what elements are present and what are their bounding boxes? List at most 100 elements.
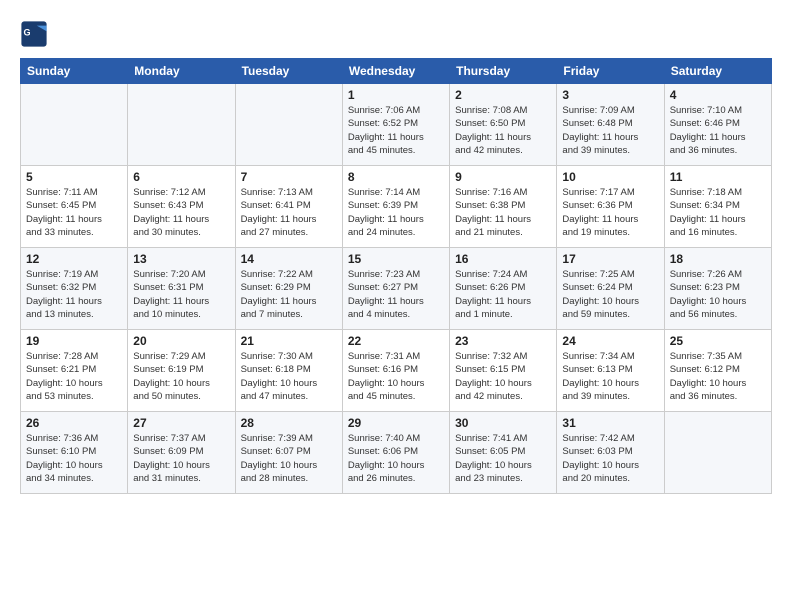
calendar-cell: 28 Sunrise: 7:39 AM Sunset: 6:07 PM Dayli…: [235, 412, 342, 494]
day-number: 29: [348, 416, 444, 430]
day-number: 1: [348, 88, 444, 102]
day-number: 17: [562, 252, 658, 266]
day-number: 16: [455, 252, 551, 266]
calendar-cell: 17 Sunrise: 7:25 AM Sunset: 6:24 PM Dayli…: [557, 248, 664, 330]
calendar-cell: 25Sunrise: 7:35 AM Sunset: 6:12 PM Dayli…: [664, 330, 771, 412]
calendar-cell: 1Sunrise: 7:06 AM Sunset: 6:52 PM Daylig…: [342, 84, 449, 166]
calendar-cell: 29 Sunrise: 7:40 AM Sunset: 6:06 PM Dayli…: [342, 412, 449, 494]
page: G SundayMondayTuesdayWednesdayThursdayFr…: [0, 0, 792, 612]
calendar-cell: 11 Sunrise: 7:18 AM Sunset: 6:34 PM Dayli…: [664, 166, 771, 248]
calendar-week-row: 1Sunrise: 7:06 AM Sunset: 6:52 PM Daylig…: [21, 84, 772, 166]
calendar-cell: [235, 84, 342, 166]
svg-text:G: G: [24, 27, 31, 37]
day-info: Sunrise: 7:17 AM Sunset: 6:36 PM Dayligh…: [562, 186, 658, 239]
day-number: 13: [133, 252, 229, 266]
calendar-table: SundayMondayTuesdayWednesdayThursdayFrid…: [20, 58, 772, 494]
calendar-cell: [21, 84, 128, 166]
calendar-cell: 8 Sunrise: 7:14 AM Sunset: 6:39 PM Daylig…: [342, 166, 449, 248]
day-info: Sunrise: 7:25 AM Sunset: 6:24 PM Dayligh…: [562, 268, 658, 321]
day-info: Sunrise: 7:19 AM Sunset: 6:32 PM Dayligh…: [26, 268, 122, 321]
day-number: 8: [348, 170, 444, 184]
day-number: 24: [562, 334, 658, 348]
calendar-cell: 18 Sunrise: 7:26 AM Sunset: 6:23 PM Dayli…: [664, 248, 771, 330]
calendar-header-row: SundayMondayTuesdayWednesdayThursdayFrid…: [21, 59, 772, 84]
calendar-week-row: 26 Sunrise: 7:36 AM Sunset: 6:10 PM Dayli…: [21, 412, 772, 494]
calendar-cell: 26 Sunrise: 7:36 AM Sunset: 6:10 PM Dayli…: [21, 412, 128, 494]
day-info: Sunrise: 7:18 AM Sunset: 6:34 PM Dayligh…: [670, 186, 766, 239]
day-number: 19: [26, 334, 122, 348]
day-info: Sunrise: 7:28 AM Sunset: 6:21 PM Dayligh…: [26, 350, 122, 403]
calendar-week-row: 19 Sunrise: 7:28 AM Sunset: 6:21 PM Dayli…: [21, 330, 772, 412]
day-info: Sunrise: 7:09 AM Sunset: 6:48 PM Dayligh…: [562, 104, 658, 157]
calendar-cell: 6Sunrise: 7:12 AM Sunset: 6:43 PM Daylig…: [128, 166, 235, 248]
day-number: 4: [670, 88, 766, 102]
col-header-sunday: Sunday: [21, 59, 128, 84]
day-info: Sunrise: 7:36 AM Sunset: 6:10 PM Dayligh…: [26, 432, 122, 485]
calendar-week-row: 5 Sunrise: 7:11 AM Sunset: 6:45 PM Daylig…: [21, 166, 772, 248]
day-number: 7: [241, 170, 337, 184]
calendar-cell: 23 Sunrise: 7:32 AM Sunset: 6:15 PM Dayli…: [450, 330, 557, 412]
day-number: 20: [133, 334, 229, 348]
calendar-cell: 30 Sunrise: 7:41 AM Sunset: 6:05 PM Dayli…: [450, 412, 557, 494]
day-info: Sunrise: 7:13 AM Sunset: 6:41 PM Dayligh…: [241, 186, 337, 239]
calendar-cell: 31Sunrise: 7:42 AM Sunset: 6:03 PM Dayli…: [557, 412, 664, 494]
calendar-cell: [664, 412, 771, 494]
calendar-cell: 5 Sunrise: 7:11 AM Sunset: 6:45 PM Daylig…: [21, 166, 128, 248]
day-info: Sunrise: 7:11 AM Sunset: 6:45 PM Dayligh…: [26, 186, 122, 239]
logo-icon: G: [20, 20, 48, 48]
day-info: Sunrise: 7:40 AM Sunset: 6:06 PM Dayligh…: [348, 432, 444, 485]
calendar-cell: 22Sunrise: 7:31 AM Sunset: 6:16 PM Dayli…: [342, 330, 449, 412]
day-number: 10: [562, 170, 658, 184]
day-number: 9: [455, 170, 551, 184]
calendar-cell: 19 Sunrise: 7:28 AM Sunset: 6:21 PM Dayli…: [21, 330, 128, 412]
calendar-cell: 16 Sunrise: 7:24 AM Sunset: 6:26 PM Dayli…: [450, 248, 557, 330]
day-number: 23: [455, 334, 551, 348]
day-info: Sunrise: 7:37 AM Sunset: 6:09 PM Dayligh…: [133, 432, 229, 485]
calendar-cell: 20Sunrise: 7:29 AM Sunset: 6:19 PM Dayli…: [128, 330, 235, 412]
day-number: 28: [241, 416, 337, 430]
day-info: Sunrise: 7:34 AM Sunset: 6:13 PM Dayligh…: [562, 350, 658, 403]
day-info: Sunrise: 7:39 AM Sunset: 6:07 PM Dayligh…: [241, 432, 337, 485]
day-number: 30: [455, 416, 551, 430]
day-number: 2: [455, 88, 551, 102]
day-number: 6: [133, 170, 229, 184]
day-info: Sunrise: 7:08 AM Sunset: 6:50 PM Dayligh…: [455, 104, 551, 157]
day-number: 25: [670, 334, 766, 348]
col-header-friday: Friday: [557, 59, 664, 84]
calendar-cell: 4Sunrise: 7:10 AM Sunset: 6:46 PM Daylig…: [664, 84, 771, 166]
day-number: 18: [670, 252, 766, 266]
day-info: Sunrise: 7:31 AM Sunset: 6:16 PM Dayligh…: [348, 350, 444, 403]
day-info: Sunrise: 7:26 AM Sunset: 6:23 PM Dayligh…: [670, 268, 766, 321]
day-info: Sunrise: 7:14 AM Sunset: 6:39 PM Dayligh…: [348, 186, 444, 239]
day-number: 26: [26, 416, 122, 430]
day-info: Sunrise: 7:24 AM Sunset: 6:26 PM Dayligh…: [455, 268, 551, 321]
day-number: 14: [241, 252, 337, 266]
calendar-cell: 21Sunrise: 7:30 AM Sunset: 6:18 PM Dayli…: [235, 330, 342, 412]
calendar-cell: 12 Sunrise: 7:19 AM Sunset: 6:32 PM Dayli…: [21, 248, 128, 330]
calendar-cell: 10 Sunrise: 7:17 AM Sunset: 6:36 PM Dayli…: [557, 166, 664, 248]
day-number: 3: [562, 88, 658, 102]
calendar-cell: 27 Sunrise: 7:37 AM Sunset: 6:09 PM Dayli…: [128, 412, 235, 494]
day-number: 12: [26, 252, 122, 266]
calendar-week-row: 12 Sunrise: 7:19 AM Sunset: 6:32 PM Dayli…: [21, 248, 772, 330]
logo: G: [20, 20, 52, 48]
day-number: 27: [133, 416, 229, 430]
day-number: 15: [348, 252, 444, 266]
calendar-cell: 2 Sunrise: 7:08 AM Sunset: 6:50 PM Daylig…: [450, 84, 557, 166]
calendar-cell: 14 Sunrise: 7:22 AM Sunset: 6:29 PM Dayli…: [235, 248, 342, 330]
calendar-cell: 3 Sunrise: 7:09 AM Sunset: 6:48 PM Daylig…: [557, 84, 664, 166]
day-info: Sunrise: 7:20 AM Sunset: 6:31 PM Dayligh…: [133, 268, 229, 321]
day-info: Sunrise: 7:32 AM Sunset: 6:15 PM Dayligh…: [455, 350, 551, 403]
day-number: 5: [26, 170, 122, 184]
calendar-cell: 24 Sunrise: 7:34 AM Sunset: 6:13 PM Dayli…: [557, 330, 664, 412]
day-info: Sunrise: 7:23 AM Sunset: 6:27 PM Dayligh…: [348, 268, 444, 321]
day-info: Sunrise: 7:41 AM Sunset: 6:05 PM Dayligh…: [455, 432, 551, 485]
day-info: Sunrise: 7:16 AM Sunset: 6:38 PM Dayligh…: [455, 186, 551, 239]
col-header-tuesday: Tuesday: [235, 59, 342, 84]
day-info: Sunrise: 7:22 AM Sunset: 6:29 PM Dayligh…: [241, 268, 337, 321]
day-number: 11: [670, 170, 766, 184]
calendar-cell: 15 Sunrise: 7:23 AM Sunset: 6:27 PM Dayli…: [342, 248, 449, 330]
calendar-cell: 7 Sunrise: 7:13 AM Sunset: 6:41 PM Daylig…: [235, 166, 342, 248]
calendar-cell: [128, 84, 235, 166]
col-header-saturday: Saturday: [664, 59, 771, 84]
